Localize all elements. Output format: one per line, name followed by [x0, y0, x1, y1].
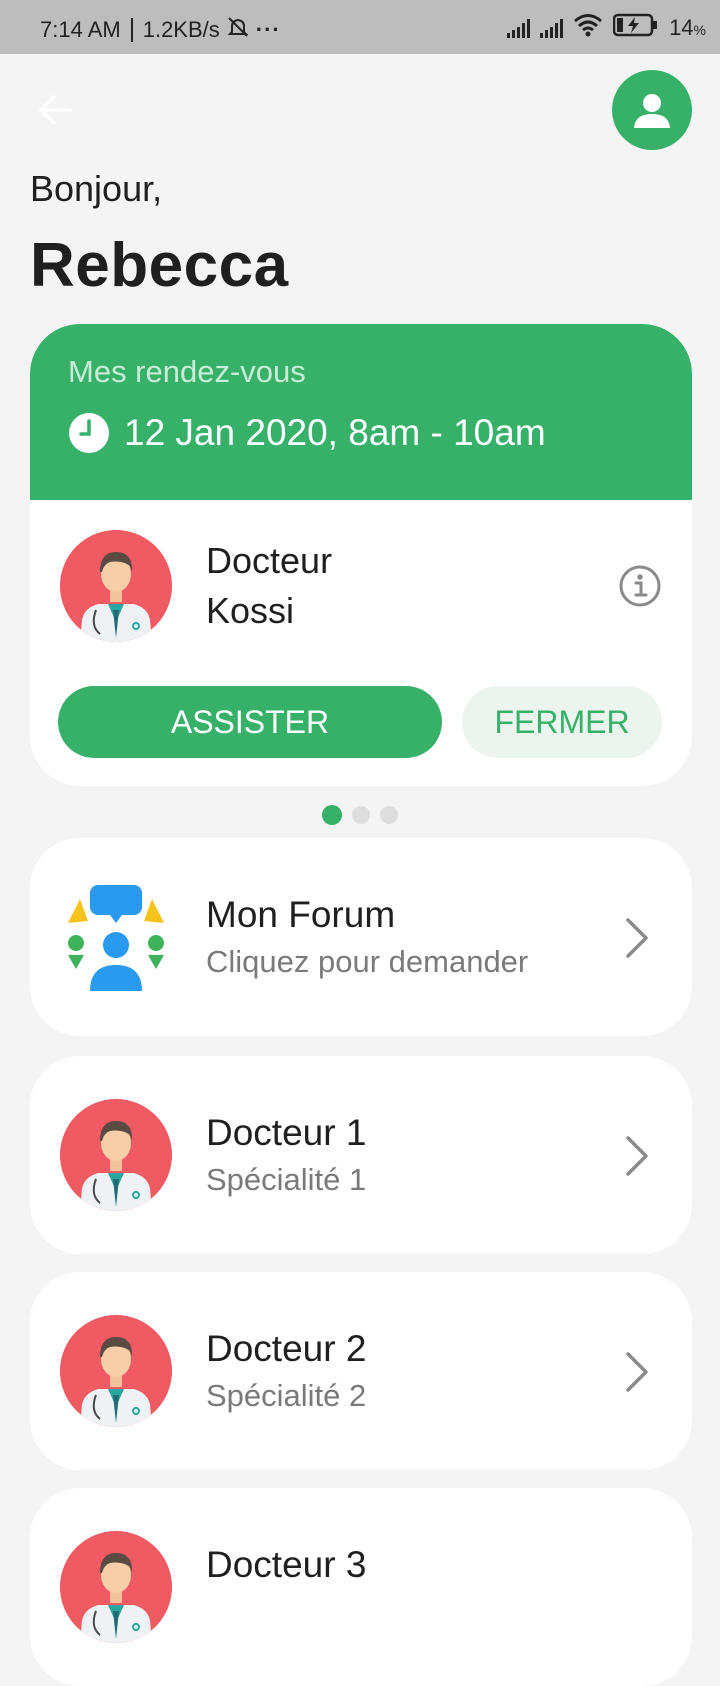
arrow-left-icon [39, 95, 72, 125]
doctor-card-title: Docteur 3 [206, 1544, 367, 1585]
doctor-avatar [60, 1531, 172, 1643]
doctor-title: Docteur [206, 540, 333, 581]
doctor-card-title: Docteur 2 [206, 1328, 367, 1369]
forum-title: Mon Forum [206, 894, 396, 935]
bell-muted-icon [226, 15, 250, 45]
appointment-header: Mes rendez-vous 12 Jan 2020, 8am - 10am [30, 324, 692, 500]
doctor-card-specialty: Spécialité 1 [206, 1162, 367, 1197]
appointment-doctor-name: Docteur Kossi [206, 536, 332, 636]
clock-icon [69, 413, 109, 453]
carousel-dot[interactable] [352, 806, 370, 824]
doctor-avatar [60, 1099, 172, 1211]
chevron-right-icon [626, 1136, 648, 1176]
carousel-indicator [322, 805, 398, 825]
status-network-speed: 1.2KB/s [142, 17, 220, 42]
doctor-card[interactable]: Docteur 2 Spécialité 2 [30, 1272, 692, 1470]
forum-card[interactable]: Mon Forum Cliquez pour demander [30, 838, 692, 1036]
doctor-avatar [60, 530, 172, 642]
forum-icon [68, 885, 164, 991]
appointment-doctor: Docteur Kossi [60, 530, 332, 642]
doctor-card[interactable]: Docteur 3 [30, 1488, 692, 1686]
user-name: Rebecca [30, 231, 289, 300]
appointment-title: Mes rendez-vous [68, 354, 306, 389]
doctor-card-specialty: Spécialité 2 [206, 1378, 367, 1413]
assist-button[interactable]: ASSISTER [58, 686, 442, 758]
status-divider [130, 18, 133, 42]
wifi-icon [573, 13, 603, 43]
forum-subtitle: Cliquez pour demander [206, 944, 529, 979]
carousel-dot-active[interactable] [322, 805, 342, 825]
carousel-dot[interactable] [380, 806, 398, 824]
appointment-card: Mes rendez-vous 12 Jan 2020, 8am - 10am … [30, 324, 692, 786]
status-bar: 7:14 AM 1.2KB/s ··· 14% [0, 0, 720, 54]
doctor-card-title: Docteur 1 [206, 1112, 367, 1153]
status-more-icon: ··· [255, 17, 281, 42]
greeting-text: Bonjour, [30, 168, 163, 209]
close-button[interactable]: FERMER [462, 686, 662, 758]
doctor-card[interactable]: Docteur 1 Spécialité 1 [30, 1056, 692, 1254]
back-button[interactable] [36, 90, 76, 130]
status-time: 7:14 AM [40, 17, 121, 42]
chevron-right-icon [626, 918, 648, 958]
battery-icon [612, 13, 659, 43]
appointment-datetime: 12 Jan 2020, 8am - 10am [68, 412, 546, 454]
appointment-datetime-text: 12 Jan 2020, 8am - 10am [124, 412, 546, 453]
chevron-right-icon [626, 1352, 648, 1392]
profile-button[interactable] [612, 70, 692, 150]
battery-level: 14% [669, 15, 706, 40]
info-icon[interactable] [618, 564, 662, 608]
signal-icon [507, 18, 531, 38]
doctor-avatar [60, 1315, 172, 1427]
user-icon [634, 94, 670, 128]
signal-2-icon [540, 18, 564, 38]
doctor-name: Kossi [206, 590, 295, 631]
